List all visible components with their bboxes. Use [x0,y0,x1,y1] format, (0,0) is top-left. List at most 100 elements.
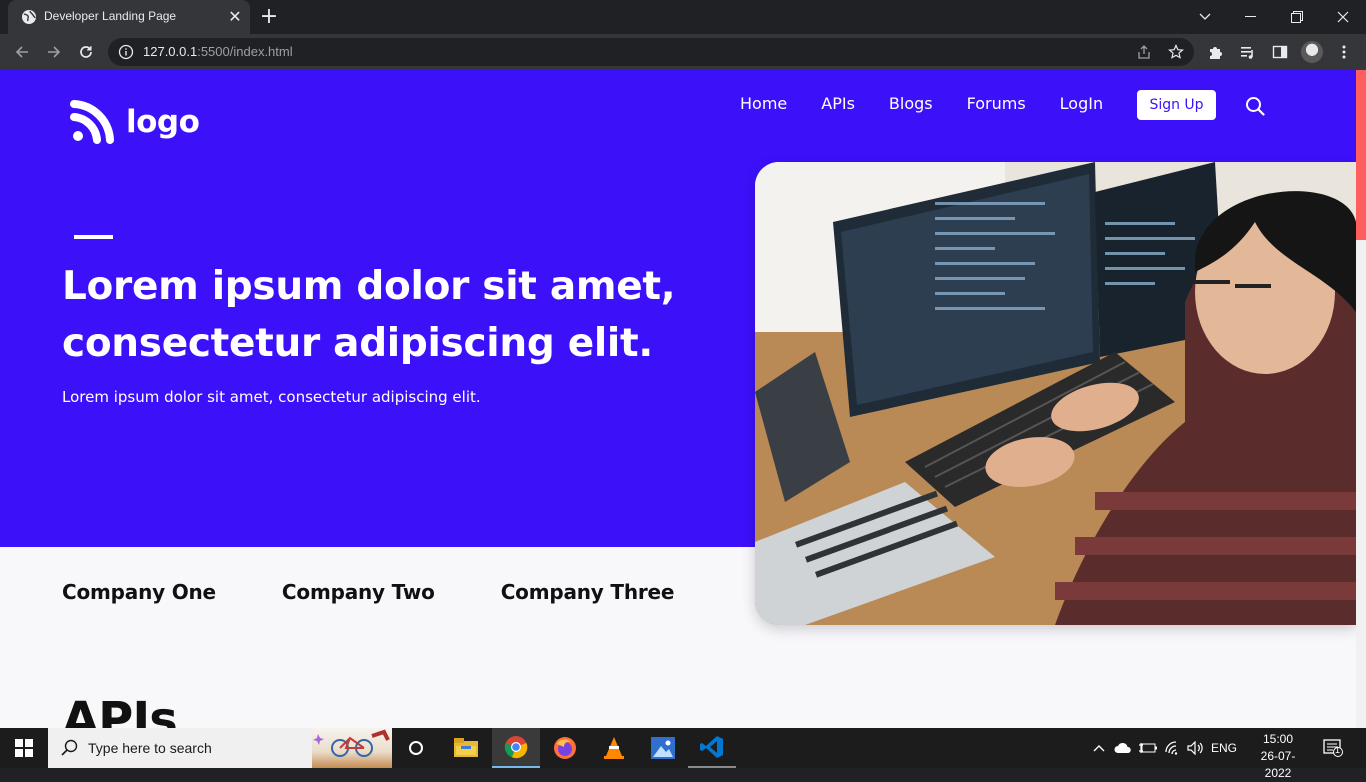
taskbar-search-box[interactable]: Type here to search [48,728,392,768]
tab-search-button[interactable] [1182,0,1228,34]
page-viewport: logo Home APIs Blogs Forums LogIn Sign U… [0,70,1366,728]
address-bar[interactable]: 127.0.0.1:5500/index.html [108,38,1194,66]
speaker-icon [1187,741,1203,755]
battery-tray[interactable] [1137,728,1159,768]
wifi-icon [1165,741,1178,755]
extensions-button[interactable] [1206,42,1226,62]
tab-close-icon[interactable]: ✕ [226,8,244,26]
nav-apis[interactable]: APIs [821,94,855,113]
arrow-right-icon [48,46,61,58]
search-icon[interactable] [1245,96,1265,116]
task-view-button[interactable] [392,728,440,768]
share-button[interactable] [1134,42,1154,62]
playlist-icon [1241,47,1253,59]
nav-blogs[interactable]: Blogs [889,94,933,113]
arrow-left-icon [15,46,28,58]
volume-tray[interactable] [1185,728,1207,768]
browser-tab[interactable]: Developer Landing Page ✕ [8,0,250,34]
nav-home[interactable]: Home [740,94,787,113]
onedrive-tray[interactable] [1112,728,1134,768]
firefox-icon [554,737,576,759]
profile-avatar[interactable] [1301,41,1323,63]
company-logos: Company One Company Two Company Three [62,580,740,604]
hero-accent-line [74,235,113,239]
search-icon [61,739,78,756]
site-logo[interactable]: logo [70,100,200,144]
reload-icon [80,46,92,58]
taskbar: Type here to search ENG 15:00 26-07-2022… [0,728,1366,780]
clock-time: 15:00 [1262,732,1294,746]
main-nav: Home APIs Blogs Forums LogIn [740,94,1137,113]
menu-button[interactable] [1334,42,1354,62]
photos-app[interactable] [639,728,687,768]
vscode-app[interactable] [688,728,736,768]
reload-button[interactable] [74,40,98,64]
logo-mark-icon [70,100,114,144]
forward-button[interactable] [42,40,66,64]
globe-icon [22,10,36,24]
chrome-icon [504,736,528,759]
company-one: Company One [62,580,216,604]
clock-date: 26-07-2022 [1260,749,1296,780]
chevron-down-icon [1199,13,1211,20]
photos-icon [651,737,675,759]
firefox-app[interactable] [541,728,589,768]
chevron-up-icon [1093,745,1105,752]
language-indicator[interactable]: ENG [1208,728,1240,768]
minimize-icon [1245,16,1256,17]
restore-icon [1291,11,1303,23]
vlc-icon [604,737,624,759]
company-three: Company Three [500,580,675,604]
star-icon [1168,44,1184,59]
apis-section-heading: APIs [62,692,178,728]
side-panel-button[interactable] [1270,42,1290,62]
clock[interactable]: 15:00 26-07-2022 [1250,731,1306,782]
kebab-menu-icon [1342,45,1346,59]
puzzle-icon [1210,47,1222,59]
hero-image [755,162,1356,625]
close-icon [1337,11,1349,23]
share-icon [1138,45,1150,59]
company-two: Company Two [281,580,435,604]
search-highlight-image[interactable] [312,728,392,768]
bicycle-icon [313,729,390,757]
nav-forums[interactable]: Forums [967,94,1026,113]
browser-titlebar: Developer Landing Page ✕ + [0,0,1366,34]
developer-photo [755,162,1356,625]
close-window-button[interactable] [1320,0,1366,34]
hero-subtitle: Lorem ipsum dolor sit amet, consectetur … [62,388,481,406]
action-center-button[interactable]: 1 [1318,728,1348,768]
chrome-app[interactable] [492,728,540,768]
taskbar-search-placeholder: Type here to search [88,740,212,756]
url-path: :5500/index.html [197,44,293,59]
start-button[interactable] [0,728,48,768]
minimize-button[interactable] [1228,0,1274,34]
folder-icon [454,738,478,757]
tab-title: Developer Landing Page [44,9,177,23]
file-explorer-app[interactable] [442,728,490,768]
show-hidden-icons-button[interactable] [1090,728,1108,768]
logo-text: logo [126,104,200,140]
bookmark-button[interactable] [1166,42,1186,62]
vscode-icon [700,736,723,758]
vlc-app[interactable] [590,728,638,768]
windows-icon [15,739,33,757]
nav-login[interactable]: LogIn [1060,94,1103,113]
scrollbar-thumb[interactable] [1356,70,1366,240]
hero-title: Lorem ipsum dolor sit amet, consectetur … [62,264,676,366]
side-panel-icon [1272,45,1288,59]
browser-toolbar: 127.0.0.1:5500/index.html [0,34,1366,70]
media-controls-button[interactable] [1238,42,1258,62]
back-button[interactable] [10,40,34,64]
url-text[interactable]: 127.0.0.1:5500/index.html [143,44,293,59]
cloud-icon [1114,742,1131,753]
battery-icon [1139,743,1157,753]
cortana-icon [409,741,423,755]
notification-count: 1 [1335,745,1341,755]
wifi-tray[interactable] [1162,728,1184,768]
new-tab-button[interactable]: + [258,6,280,28]
restore-button[interactable] [1274,0,1320,34]
info-icon[interactable] [118,44,134,60]
sign-up-button[interactable]: Sign Up [1137,90,1216,120]
url-host: 127.0.0.1 [143,44,198,59]
